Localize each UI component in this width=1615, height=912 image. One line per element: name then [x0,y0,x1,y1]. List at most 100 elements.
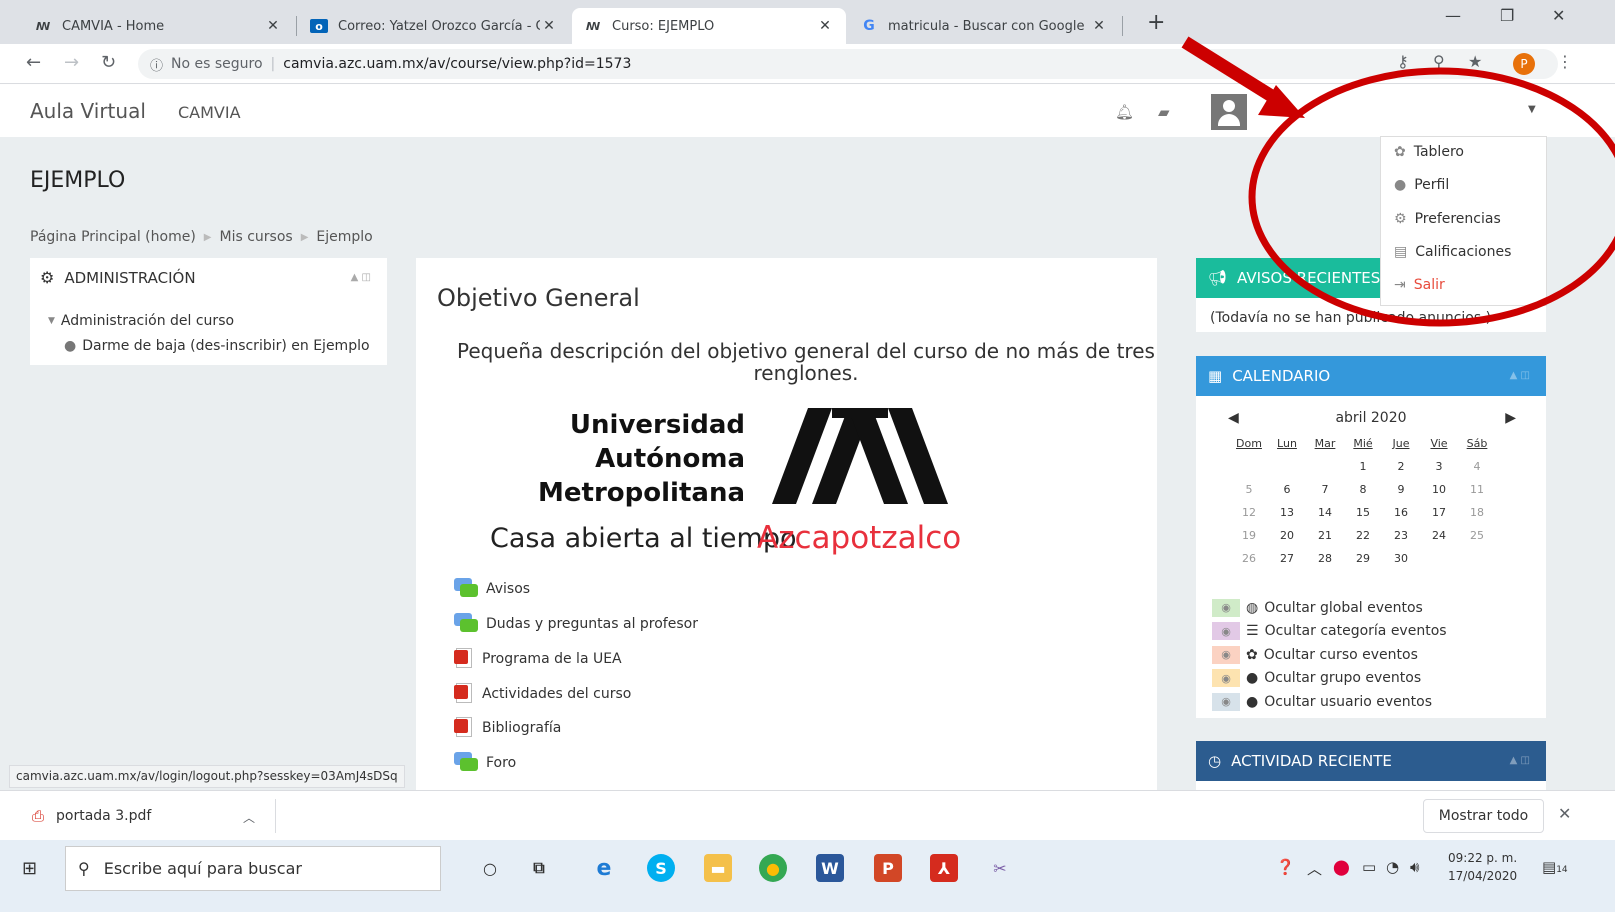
volume-icon[interactable]: 🔊︎ [1410,858,1419,876]
unenrol-link[interactable]: ● Darme de baja (des-inscribir) en Ejemp… [64,338,370,354]
menu-item-preferencias[interactable]: ⚙ Preferencias [1394,211,1501,227]
acrobat-icon[interactable]: ⅄ [930,854,958,882]
site-brand[interactable]: Aula Virtual [30,99,146,123]
edge-icon[interactable]: e [590,854,618,882]
address-bar[interactable]: ⓘ No es seguro | camvia.azc.uam.mx/av/co… [138,49,1558,79]
bookmark-star-icon[interactable]: ★ [1468,52,1482,71]
legend-category[interactable]: ◉ ☰ Ocultar categoría eventos [1212,620,1447,644]
admin-course-node[interactable]: ▼ Administración del curso [48,313,234,329]
resource-link[interactable]: Bibliografía [454,717,561,739]
eye-icon[interactable]: ◉ [1212,622,1240,641]
eye-icon[interactable]: ◉ [1212,645,1240,664]
task-view-icon[interactable]: ⧉ [525,854,553,882]
eye-icon[interactable]: ◉ [1212,692,1240,711]
administration-block: ⚙ ADMINISTRACIÓN ▲ ◫ ▼ Administración de… [30,258,387,365]
resource-link[interactable]: Programa de la UEA [454,648,622,670]
block-collapse-icon[interactable]: ▲ ◫ [1510,370,1530,381]
reload-icon[interactable]: ↻ [101,52,116,73]
calendar-weekday-row: Dom Lun Mar Mié Jue Vie Sáb [1236,437,1488,450]
zoom-icon[interactable]: ⚲ [1433,52,1445,71]
recent-activity-header: ◷ ACTIVIDAD RECIENTE [1196,741,1546,781]
menu-item-tablero[interactable]: ✿ Tablero [1394,144,1464,160]
logout-icon: ⇥ [1394,277,1406,293]
legend-group[interactable]: ◉ ● Ocultar grupo eventos [1212,667,1447,691]
user-avatar[interactable] [1211,94,1247,130]
chrome-icon[interactable]: ● [759,854,787,882]
browser-tab[interactable]: ꟿ CAMVIA - Home ✕ [22,8,294,44]
browser-tab[interactable]: o Correo: Yatzel Orozco García - Ou ✕ [298,8,570,44]
windows-start-icon[interactable]: ⊞ [22,858,37,879]
forum-icon [454,613,478,635]
powerpoint-icon[interactable]: P [874,854,902,882]
breadcrumb-separator-icon: ▶ [300,231,309,243]
resource-link[interactable]: Actividades del curso [454,683,631,705]
beats-icon[interactable]: ⬤ [1333,858,1350,876]
eye-icon[interactable]: ◉ [1212,598,1240,617]
show-all-downloads-button[interactable]: Mostrar todo [1423,799,1544,833]
pdf-icon [454,648,474,670]
resource-link[interactable]: Dudas y preguntas al profesor [454,613,698,635]
forum-icon [454,752,478,774]
close-tab-icon[interactable]: ✕ [816,18,834,34]
download-bar: ⎙ portada 3.pdf ︿ Mostrar todo ✕ [0,790,1615,840]
calendar-month[interactable]: abril 2020 [1196,410,1546,426]
chevron-up-icon[interactable]: ︿ [243,809,255,826]
calendar-week-row: 19 20 21 22 23 24 25 [1242,529,1484,542]
messages-icon[interactable]: ▰ [1158,103,1170,121]
close-download-bar-icon[interactable]: ✕ [1558,804,1571,823]
browser-tab-strip: ꟿ CAMVIA - Home ✕ o Correo: Yatzel Orozc… [0,0,1615,44]
menu-item-perfil[interactable]: ● Perfil [1394,177,1449,193]
browser-tab[interactable]: G matricula - Buscar con Google ✕ [848,8,1120,44]
help-icon[interactable]: ❓ [1276,858,1295,876]
restore-icon[interactable]: ❐ [1500,6,1514,25]
forward-icon[interactable]: → [64,52,79,73]
next-month-icon[interactable]: ▶ [1505,410,1516,426]
eye-icon[interactable]: ◉ [1212,669,1240,688]
user-icon: ● [64,338,77,354]
course-icon: ✿ [1246,646,1258,663]
back-icon[interactable]: ← [26,52,41,73]
cortana-icon[interactable]: ○ [476,854,504,882]
legend-course[interactable]: ◉ ✿ Ocultar curso eventos [1212,643,1447,667]
windows-taskbar: ⊞ ⚲ Escribe aquí para buscar ○ ⧉ e S ▬ ●… [0,840,1615,912]
browser-tab-active[interactable]: ꟿ Curso: EJEMPLO ✕ [572,8,846,44]
word-icon[interactable]: W [816,854,844,882]
resource-link[interactable]: Avisos [454,578,530,600]
breadcrumb-home[interactable]: Página Principal (home) [30,229,196,245]
block-collapse-icon[interactable]: ▲ ◫ [1510,755,1530,766]
skype-icon[interactable]: S [647,854,675,882]
block-collapse-icon[interactable]: ▲ ◫ [351,272,371,283]
menu-dots-icon[interactable]: ⋮ [1557,52,1573,71]
menu-item-salir[interactable]: ⇥ Salir [1394,277,1445,293]
tab-divider [1122,16,1123,36]
legend-user[interactable]: ◉ ● Ocultar usuario eventos [1212,690,1447,714]
user-menu-caret-icon[interactable]: ▼ [1528,104,1536,115]
download-item[interactable]: ⎙ portada 3.pdf [32,807,151,825]
system-clock[interactable]: 09:22 p. m. 17/04/2020 [1448,849,1517,885]
new-tab-icon[interactable]: + [1147,10,1165,35]
breadcrumb-mis-cursos[interactable]: Mis cursos [220,229,293,245]
taskbar-search[interactable]: ⚲ Escribe aquí para buscar [65,846,441,891]
legend-global[interactable]: ◉ ◍ Ocultar global eventos [1212,596,1447,620]
file-explorer-icon[interactable]: ▬ [704,854,732,882]
window-close-icon[interactable]: ✕ [1552,6,1565,25]
site-link-camvia[interactable]: CAMVIA [178,103,241,122]
calendar-icon: ▦ [1208,367,1223,385]
battery-icon[interactable]: ▭ [1362,858,1376,876]
profile-avatar[interactable]: P [1513,53,1535,75]
tray-chevron-icon[interactable]: ︿ [1307,858,1322,879]
notifications-icon[interactable]: ▤14 [1542,858,1568,876]
breadcrumb-current[interactable]: Ejemplo [316,229,372,245]
calendar-block: ▦ CALENDARIO ▲ ◫ ◀ abril 2020 ▶ Dom Lun … [1196,356,1546,718]
key-icon[interactable]: ⚷ [1397,52,1409,71]
resource-link[interactable]: Foro [454,752,516,774]
close-tab-icon[interactable]: ✕ [1090,18,1108,34]
notification-bell-icon[interactable]: 🔔︎ [1115,103,1134,121]
info-icon[interactable]: ⓘ [150,55,163,74]
snipping-tool-icon[interactable]: ✂ [986,854,1014,882]
network-icon[interactable]: ◔ [1386,858,1399,876]
close-tab-icon[interactable]: ✕ [264,18,282,34]
close-tab-icon[interactable]: ✕ [540,18,558,34]
minimize-icon[interactable]: — [1445,6,1461,25]
menu-item-calificaciones[interactable]: ▤ Calificaciones [1394,244,1511,260]
